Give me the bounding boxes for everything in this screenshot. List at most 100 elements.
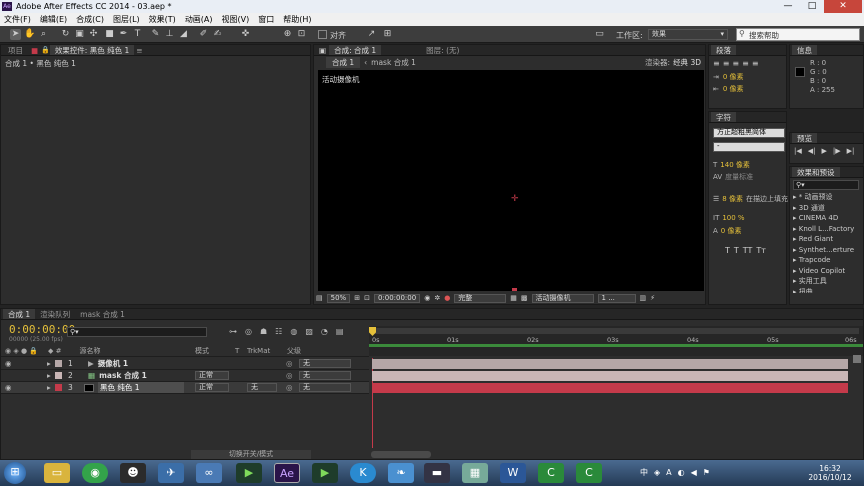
pixel-aspect-icon[interactable]: ▥	[640, 294, 647, 302]
tab-effect-controls[interactable]: 效果控件: 黑色 纯色 1	[49, 45, 135, 55]
toggle-switches-modes-button[interactable]: 切换开关/模式	[191, 450, 311, 459]
renderer-value[interactable]: 经典 3D	[673, 57, 701, 68]
expand-icon[interactable]: ▸	[47, 383, 55, 392]
pan-behind-tool-icon[interactable]: ✣	[88, 29, 99, 40]
align-checkbox[interactable]	[318, 30, 327, 39]
channel-icon[interactable]: ✲	[434, 294, 440, 302]
list-item[interactable]: ▸ Video Copilot	[793, 266, 863, 277]
workspace-select[interactable]: 效果 ▾	[648, 29, 728, 40]
k-app-icon[interactable]: K	[350, 463, 376, 483]
tray-network-icon[interactable]: ◐	[678, 468, 685, 477]
view-camera-select[interactable]: 活动摄像机	[531, 293, 594, 303]
tab-timeline-comp1[interactable]: 合成 1	[3, 309, 36, 319]
align-center-icon[interactable]: ≡	[723, 59, 730, 68]
tray-flag-icon[interactable]: ⚑	[703, 468, 710, 477]
visibility-icon[interactable]: ◉	[5, 359, 17, 368]
list-item[interactable]: ▸ Trapcode	[793, 255, 863, 266]
prev-frame-icon[interactable]: ◀|	[808, 147, 816, 155]
parent-pickwhip-icon[interactable]: ◎	[286, 359, 293, 368]
label-swatch[interactable]	[55, 372, 62, 379]
pen-tool-icon[interactable]: ✒	[118, 29, 129, 40]
comp-nav-mask[interactable]: mask 合成 1	[371, 57, 416, 68]
list-item[interactable]: ▸ Red Giant	[793, 234, 863, 245]
last-frame-icon[interactable]: ▶|	[847, 147, 855, 155]
tab-render-queue[interactable]: 渲染队列	[35, 309, 75, 319]
roi-icon[interactable]: ▦	[510, 294, 517, 302]
layer-name[interactable]: 摄像机 1	[98, 358, 128, 369]
shy-layers-icon[interactable]: ☗	[260, 327, 267, 336]
text-tool-icon[interactable]: T	[132, 29, 143, 40]
start-button-icon[interactable]: ⊞	[4, 462, 26, 484]
parent-pickwhip-icon[interactable]: ◎	[286, 383, 293, 392]
menu-layer[interactable]: 图层(L)	[113, 13, 140, 26]
space-before-value[interactable]: 0 像素	[723, 84, 744, 94]
tab-preview[interactable]: 预览	[792, 133, 817, 143]
layer-bar-mask[interactable]	[372, 371, 848, 381]
feather-app-icon[interactable]: ❧	[388, 463, 414, 483]
timeline-search-field[interactable]: ⚲▾	[67, 327, 207, 337]
media-player-icon[interactable]: ▶	[236, 463, 262, 483]
media-player2-icon[interactable]: ▶	[312, 463, 338, 483]
camtasia-icon[interactable]: C	[538, 463, 564, 483]
close-tab-icon[interactable]: ≡	[136, 46, 142, 55]
plane-app-icon[interactable]: ✈	[158, 463, 184, 483]
menu-view[interactable]: 视图(V)	[222, 13, 250, 26]
all-caps-icon[interactable]: TT	[743, 246, 753, 255]
justify-icon[interactable]: ≡	[742, 59, 749, 68]
roto-brush-tool-icon[interactable]: ✐	[198, 29, 209, 40]
rotate-tool-icon[interactable]: ↻	[60, 29, 71, 40]
menu-edit[interactable]: 编辑(E)	[40, 13, 67, 26]
baseline-value[interactable]: 0 像素	[721, 226, 742, 236]
stroke-width-value[interactable]: 8 像素	[722, 194, 743, 204]
tab-composition[interactable]: 合成: 合成 1	[329, 45, 382, 55]
menu-composition[interactable]: 合成(C)	[76, 13, 104, 26]
tracking-value[interactable]: 度量标准	[725, 172, 753, 182]
align-right-icon[interactable]: ≡	[732, 59, 739, 68]
brush-tool-icon[interactable]: ✎	[150, 29, 161, 40]
selection-tool-icon[interactable]: ➤	[10, 29, 21, 40]
image-app-icon[interactable]: ▦	[462, 463, 488, 483]
camtasia2-icon[interactable]: C	[576, 463, 602, 483]
label-swatch[interactable]	[55, 384, 62, 391]
faux-bold-icon[interactable]: T	[725, 246, 730, 255]
label-swatch[interactable]	[55, 360, 62, 367]
layer-name[interactable]: mask 合成 1	[99, 370, 147, 381]
menu-help[interactable]: 帮助(H)	[283, 13, 311, 26]
world-axis-icon[interactable]: ⊡	[296, 29, 307, 40]
menu-window[interactable]: 窗口	[258, 13, 274, 26]
tray-speaker-icon[interactable]: ◀	[691, 468, 697, 477]
parent-pickwhip-icon[interactable]: ◎	[286, 371, 293, 380]
clone-tool-icon[interactable]: ⊥	[164, 29, 175, 40]
live-update-icon[interactable]: ◔	[321, 327, 328, 336]
playhead-handle-icon[interactable]	[369, 327, 376, 336]
comp-nav-comp1[interactable]: 合成 1	[326, 56, 361, 68]
tray-input-icon[interactable]: 中	[640, 467, 648, 478]
tray-shield-icon[interactable]: ◈	[654, 468, 660, 477]
timeline-timecode[interactable]: 0:00:00:00	[9, 323, 75, 336]
always-preview-icon[interactable]: ▤	[316, 294, 323, 302]
list-item[interactable]: ▸ CINEMA 4D	[793, 213, 863, 224]
controller-app-icon[interactable]: ▬	[424, 463, 450, 483]
list-item[interactable]: ▸ Synthet...erture	[793, 245, 863, 256]
stroke-type-value[interactable]: 在描边上填充	[746, 194, 788, 204]
views-select[interactable]: 1 ...	[597, 293, 636, 303]
help-search-field[interactable]: ⚲ 搜索帮助	[736, 28, 860, 41]
graph-editor-icon[interactable]: ▨	[305, 327, 313, 336]
tab-paragraph[interactable]: 段落	[711, 45, 736, 55]
snap-options-icon[interactable]: ⊞	[382, 29, 393, 40]
work-area-bar[interactable]	[371, 328, 859, 334]
comp-mini-flowchart-icon[interactable]: ⊶	[229, 327, 237, 336]
font-size-value[interactable]: 140 像素	[720, 160, 750, 170]
rectangle-tool-icon[interactable]: ■	[104, 29, 115, 40]
clock[interactable]: 16:32 2016/10/12	[802, 464, 858, 482]
close-button[interactable]: ✕	[824, 0, 862, 13]
list-item[interactable]: ▸ 实用工具	[793, 276, 863, 287]
play-icon[interactable]: ▶	[822, 147, 827, 155]
layer-name[interactable]: 黑色 纯色 1	[98, 382, 184, 393]
tab-info[interactable]: 信息	[792, 45, 817, 55]
comp-lock-icon[interactable]: ▣	[319, 46, 326, 55]
justify-all-icon[interactable]: ≡	[752, 59, 759, 68]
baidu-app-icon[interactable]: ∞	[196, 463, 222, 483]
trkmat-select[interactable]: 无	[247, 383, 277, 392]
expand-icon[interactable]: ▸	[47, 371, 55, 380]
